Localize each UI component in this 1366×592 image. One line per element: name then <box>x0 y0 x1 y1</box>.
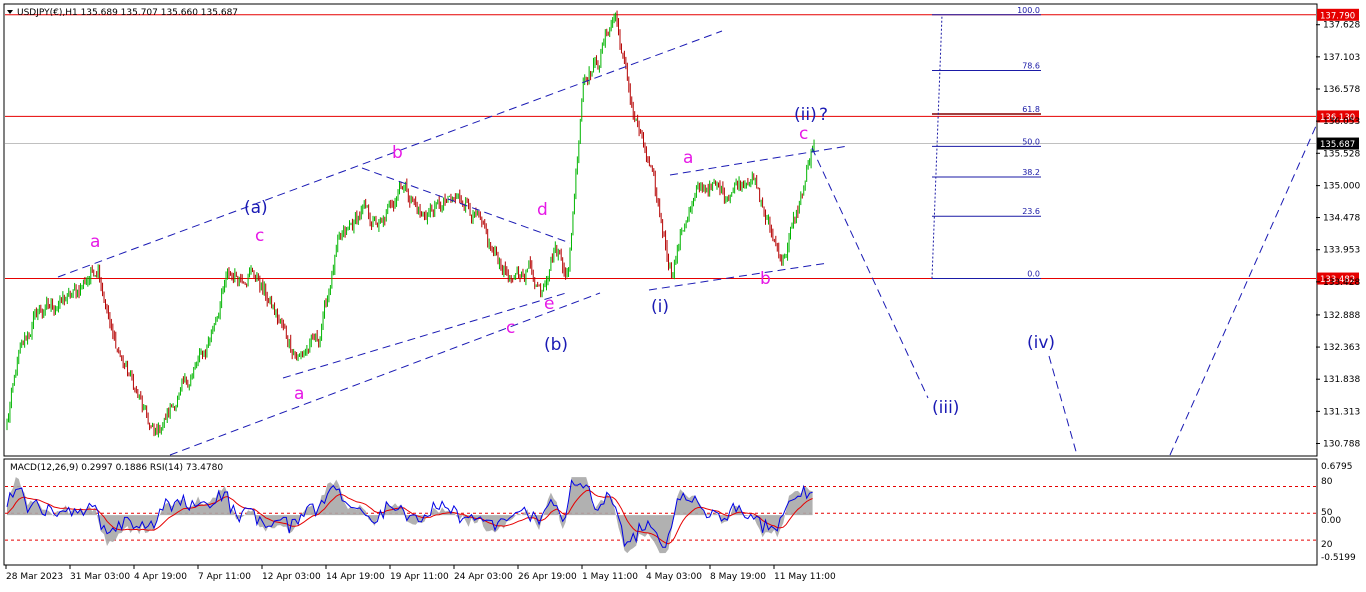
time-tick-label: 4 May 03:00 <box>646 572 702 582</box>
fib-label-6: 0.0 <box>1027 270 1040 279</box>
wave-label-question-blue: ? <box>819 105 828 125</box>
price-tick-label: 136.053 <box>1323 117 1360 127</box>
time-tick-label: 11 May 11:00 <box>774 572 836 582</box>
price-tick-label: 135.528 <box>1323 149 1360 159</box>
time-tick-label: 28 Mar 2023 <box>6 572 63 582</box>
indicator-axis-label: 20 <box>1321 540 1333 550</box>
wave-label-iv-blue: (iv) <box>1027 333 1055 353</box>
time-tick-label: 19 Apr 11:00 <box>390 572 449 582</box>
time-tick-label: 26 Apr 19:00 <box>518 572 577 582</box>
indicator-axis-label: -0.5199 <box>1321 553 1356 563</box>
price-tick-label: 134.478 <box>1323 214 1360 224</box>
price-tick-label: 137.103 <box>1323 53 1360 63</box>
indicator-axis-label: 0.6795 <box>1321 462 1353 472</box>
price-chart-svg[interactable]: 137.790136.130133.482135.687 100.078.661… <box>0 0 1366 588</box>
wave-label-b-blue: (b) <box>544 335 568 355</box>
price-tick-label: 132.888 <box>1323 311 1360 321</box>
price-tick-label: 135.000 <box>1323 182 1360 192</box>
time-tick-label: 7 Apr 11:00 <box>198 572 251 582</box>
indicator-axis-label: 0.00 <box>1321 516 1341 526</box>
price-tick-label: 133.953 <box>1323 246 1360 256</box>
time-tick-label: 24 Apr 03:00 <box>454 572 513 582</box>
price-tick-label: 137.628 <box>1323 21 1360 31</box>
wave-label-d: d <box>537 200 548 220</box>
indicator-axis-label: 80 <box>1321 477 1333 487</box>
wave-label-b1: a <box>294 384 304 404</box>
fib-label-0: 100.0 <box>1017 6 1040 15</box>
price-tick-label: 130.788 <box>1323 439 1360 449</box>
wave-label-iii-blue: (iii) <box>932 398 959 418</box>
time-tick-label: 31 Mar 03:00 <box>70 572 130 582</box>
wave-label-a-blue: (a) <box>244 198 268 218</box>
wave-label-c2: c <box>506 318 515 338</box>
price-tick-label: 131.838 <box>1323 375 1360 385</box>
fib-label-2: 61.8 <box>1022 105 1040 114</box>
wave-label-c1: c <box>255 226 264 246</box>
price-tick-label: 136.578 <box>1323 85 1360 95</box>
fib-label-5: 23.6 <box>1022 207 1040 216</box>
wave-label-b3: b <box>760 269 771 289</box>
wave-label-e: e <box>544 294 554 314</box>
price-tick-label: 131.313 <box>1323 407 1360 417</box>
price-tick-label: 132.363 <box>1323 343 1360 353</box>
time-tick-label: 14 Apr 19:00 <box>326 572 385 582</box>
fib-label-3: 50.0 <box>1022 137 1040 146</box>
wave-label-ii-blue: (ii) <box>794 105 817 125</box>
time-tick-label: 1 May 11:00 <box>582 572 638 582</box>
wave-label-a1: a <box>90 232 100 252</box>
time-tick-label: 8 May 19:00 <box>710 572 766 582</box>
price-tick-label: 133.428 <box>1323 278 1360 288</box>
wave-label-i-blue: (i) <box>651 297 669 317</box>
fib-label-1: 78.6 <box>1022 62 1040 71</box>
time-tick-label: 12 Apr 03:00 <box>262 572 321 582</box>
chart-root[interactable]: 137.790 136.130 133.482 135.687 100.0 78.6 61… <box>0 0 1366 588</box>
fib-label-4: 38.2 <box>1022 168 1040 177</box>
time-tick-label: 4 Apr 19:00 <box>134 572 187 582</box>
indicator-header: MACD(12,26,9) 0.2997 0.1886 RSI(14) 73.4… <box>10 463 223 473</box>
symbol-header: USDJPY(€),H1 135.689 135.707 135.660 135… <box>17 8 238 18</box>
wave-label-a2: a <box>683 148 693 168</box>
wave-label-b2: b <box>392 143 403 163</box>
wave-label-c3: c <box>799 124 808 144</box>
